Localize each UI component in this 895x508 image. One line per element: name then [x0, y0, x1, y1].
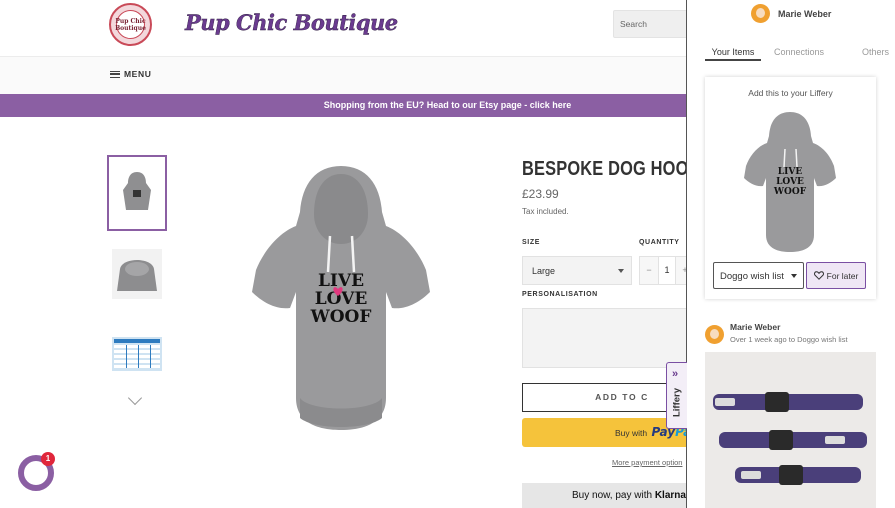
paypal-button[interactable]: Buy with PayPa: [522, 418, 686, 447]
dropdown-caret-icon: [791, 274, 797, 278]
hamburger-icon: [110, 70, 120, 78]
wishlist-value: Doggo wish list: [720, 271, 784, 282]
thumbnail-hoodie-front[interactable]: [107, 155, 167, 231]
panel-tabs: Your Items Connections Others: [705, 47, 889, 61]
menu-label: MENU: [124, 69, 152, 79]
panel-user-name: Marie Weber: [778, 8, 832, 19]
wishlist-select[interactable]: Doggo wish list: [713, 262, 804, 289]
card-product-image: LIVE LOVE WOOF: [744, 112, 836, 252]
size-value: Large: [532, 266, 556, 276]
dropdown-caret-icon: [618, 269, 624, 273]
hoodie-thumb-image: [123, 172, 151, 210]
collar-1: [713, 392, 863, 412]
card-print-line-1: LIVE: [778, 167, 803, 177]
quantity-input[interactable]: 1: [658, 257, 676, 284]
product-main-image[interactable]: LIVE LOVE WOOF: [250, 162, 432, 434]
size-select[interactable]: Large: [522, 256, 632, 285]
hoodie-back-image: [112, 249, 162, 299]
for-later-label: For later: [826, 270, 859, 281]
thumbnail-size-chart[interactable]: [107, 316, 167, 392]
product-title: BESPOKE DOG HOOD: [522, 158, 686, 180]
tab-others[interactable]: Others: [837, 47, 889, 61]
collar-2: [719, 430, 867, 450]
post-user-name[interactable]: Marie Weber: [730, 322, 848, 332]
card-print-line-2: LOVE: [776, 177, 804, 187]
feed-post-header: Marie Weber Over 1 week ago to Doggo wis…: [705, 322, 848, 344]
klarna-button[interactable]: Buy now, pay with Klarna.: [522, 483, 686, 508]
thumbnail-scroll-down-icon[interactable]: [127, 390, 143, 406]
heart-icon: [813, 271, 824, 280]
card-title: Add this to your Liffery: [748, 88, 833, 98]
more-payment-options-link[interactable]: More payment option: [612, 458, 682, 467]
post-product-image[interactable]: [705, 352, 876, 508]
avatar[interactable]: [705, 325, 724, 344]
thumbnail-hoodie-back[interactable]: [107, 236, 167, 312]
panel-user[interactable]: Marie Weber: [751, 4, 831, 23]
liffery-toggle-tab[interactable]: » Liffery: [666, 362, 687, 429]
quantity-stepper: − 1 +: [639, 256, 686, 285]
collar-3: [735, 465, 861, 485]
personalisation-label: PERSONALISATION: [522, 291, 598, 298]
personalisation-textarea[interactable]: [522, 308, 686, 368]
logo-text: Pup Chic Boutique: [115, 18, 146, 32]
klarna-text: Buy now, pay with: [572, 490, 653, 501]
chat-notification-badge: 1: [41, 452, 55, 466]
liffery-tab-label: Liffery: [671, 387, 683, 418]
store-page: Pup Chic Boutique Pup Chic Boutique Sear…: [0, 0, 686, 508]
add-item-card: Add this to your Liffery LIVE LOVE WOOF …: [705, 77, 876, 299]
search-input[interactable]: Search: [613, 10, 686, 38]
tab-connections[interactable]: Connections: [761, 47, 837, 61]
quantity-decrease-button[interactable]: −: [640, 257, 658, 284]
quantity-increase-button[interactable]: +: [676, 257, 686, 284]
size-chart-image: [112, 337, 162, 371]
store-header: Pup Chic Boutique Pup Chic Boutique Sear…: [0, 0, 686, 57]
klarna-logo: Klarna.: [654, 490, 686, 501]
store-logo[interactable]: Pup Chic Boutique: [109, 3, 152, 46]
menu-bar: MENU: [0, 57, 686, 95]
brand-name[interactable]: Pup Chic Boutique: [185, 10, 399, 35]
post-meta: Over 1 week ago to Doggo wish list: [730, 335, 848, 344]
hoodie-print-line-3: WOOF: [310, 307, 372, 327]
avatar: [751, 4, 770, 23]
quantity-label: QUANTITY: [639, 239, 680, 246]
paypal-prefix: Buy with: [615, 428, 648, 438]
product-price: £23.99: [522, 187, 559, 201]
size-label: SIZE: [522, 239, 540, 246]
menu-button[interactable]: MENU: [110, 69, 151, 79]
tax-note: Tax included.: [522, 207, 569, 216]
tab-your-items[interactable]: Your Items: [705, 47, 761, 61]
for-later-button[interactable]: For later: [806, 262, 866, 289]
card-print-line-3: WOOF: [773, 187, 807, 197]
liffery-panel: Marie Weber Your Items Connections Other…: [686, 0, 895, 508]
post-info: Marie Weber Over 1 week ago to Doggo wis…: [730, 322, 848, 344]
add-to-cart-button[interactable]: ADD TO C: [522, 383, 686, 412]
